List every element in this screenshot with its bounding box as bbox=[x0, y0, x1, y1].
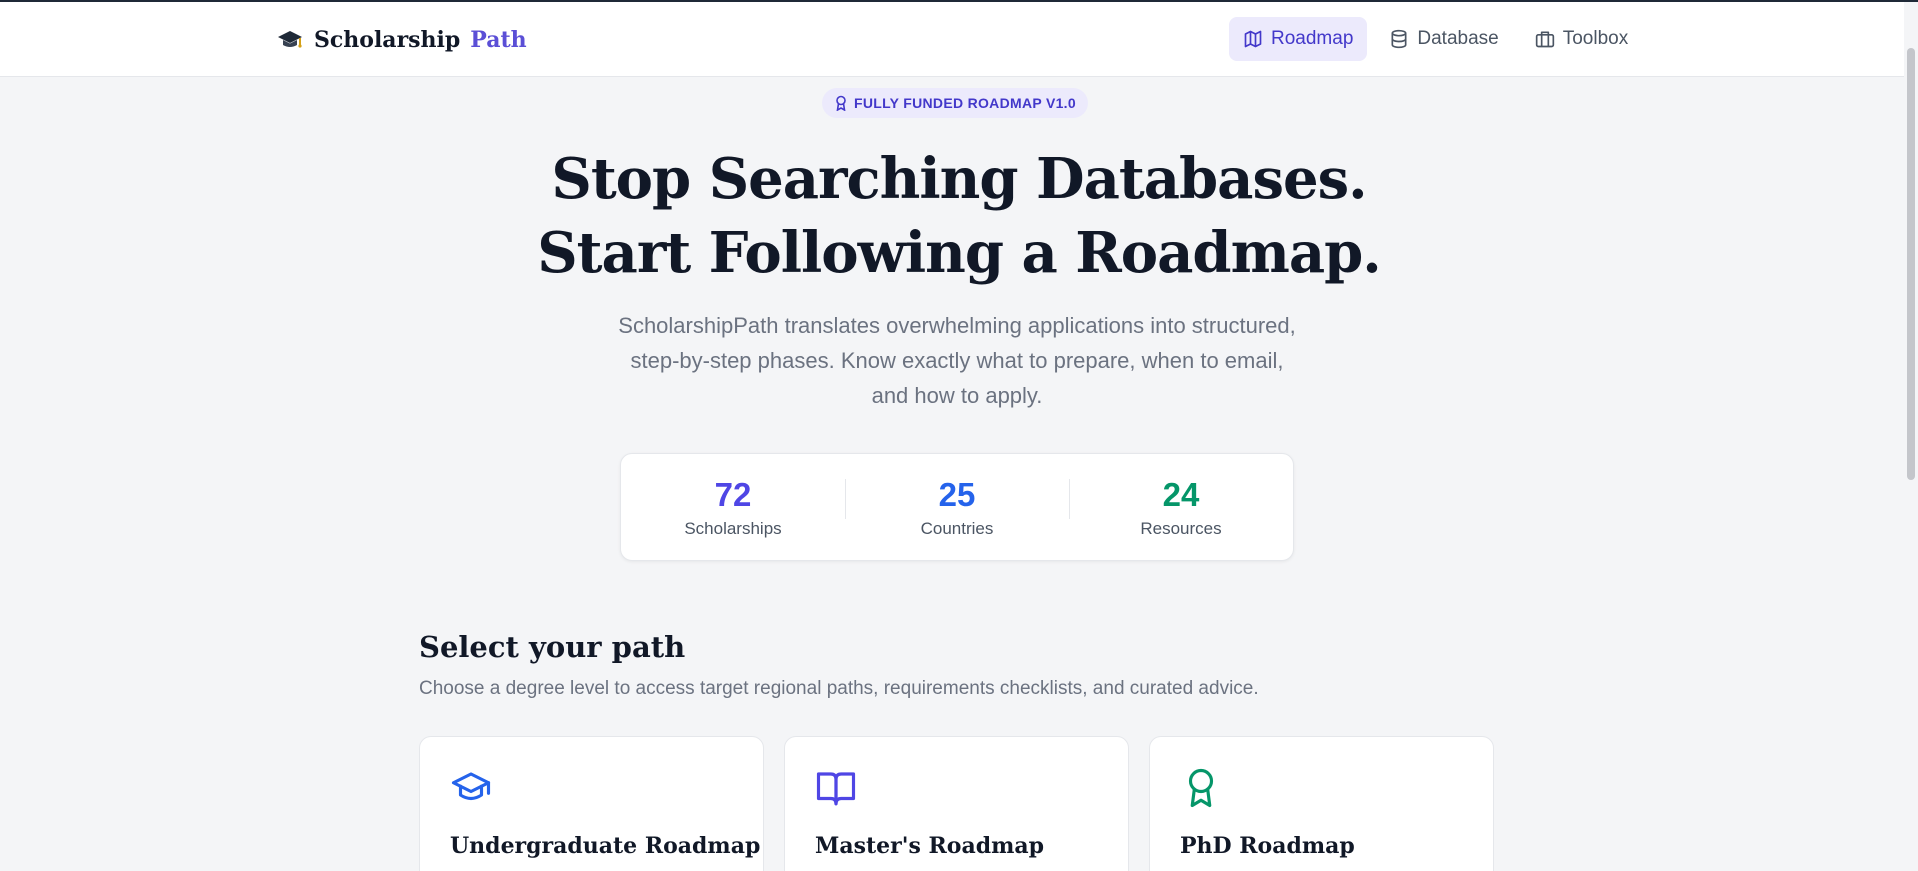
hero-title: Stop Searching Databases. Start Followin… bbox=[0, 142, 1918, 290]
page-scrollbar[interactable] bbox=[1904, 2, 1918, 871]
stat-countries: 25 Countries bbox=[845, 475, 1069, 539]
card-phd[interactable]: PhD Roadmap bbox=[1149, 736, 1494, 871]
card-undergraduate[interactable]: Undergraduate Roadmap bbox=[419, 736, 764, 871]
brand-name: Scholarship bbox=[314, 27, 461, 53]
map-icon bbox=[1244, 30, 1262, 48]
card-masters[interactable]: Master's Roadmap bbox=[784, 736, 1129, 871]
version-badge-text: FULLY FUNDED ROADMAP V1.0 bbox=[854, 95, 1076, 111]
version-badge: FULLY FUNDED ROADMAP V1.0 bbox=[822, 88, 1088, 118]
award-ribbon-icon bbox=[1188, 768, 1214, 808]
stat-value: 24 bbox=[1162, 476, 1200, 513]
card-title: Master's Roadmap bbox=[815, 833, 1045, 859]
briefcase-icon bbox=[1535, 31, 1554, 48]
stat-label: Scholarships bbox=[684, 519, 782, 538]
nav-roadmap-label: Roadmap bbox=[1271, 28, 1354, 49]
stat-label: Resources bbox=[1140, 519, 1222, 538]
nav-toolbox[interactable]: Toolbox bbox=[1521, 17, 1643, 61]
graduation-cap-icon bbox=[276, 26, 304, 54]
hero-subtitle-line-2: step-by-step phases. Know exactly what t… bbox=[630, 348, 1284, 373]
hero-title-line-2: Start Following a Roadmap. bbox=[537, 220, 1382, 286]
hero-subtitle-line-3: and how to apply. bbox=[871, 383, 1043, 408]
card-title: PhD Roadmap bbox=[1180, 833, 1355, 859]
hero-subtitle: ScholarshipPath translates overwhelming … bbox=[574, 308, 1340, 413]
stat-value: 25 bbox=[938, 476, 976, 513]
stat-scholarships: 72 Scholarships bbox=[621, 475, 845, 539]
graduation-cap-icon bbox=[451, 772, 491, 801]
stat-resources: 24 Resources bbox=[1069, 475, 1293, 539]
hero-subtitle-line-1: ScholarshipPath translates overwhelming … bbox=[618, 313, 1296, 338]
nav-toolbox-label: Toolbox bbox=[1562, 28, 1629, 49]
stats-panel: 72 Scholarships 25 Countries 24 Resource… bbox=[620, 453, 1294, 561]
card-title: Undergraduate Roadmap bbox=[450, 833, 761, 859]
section-title: Select your path bbox=[419, 630, 686, 664]
stat-value: 72 bbox=[714, 476, 752, 513]
brand-logo[interactable]: Scholarship Path bbox=[276, 24, 527, 56]
open-book-icon bbox=[816, 772, 856, 806]
section-subtitle: Choose a degree level to access target r… bbox=[419, 678, 1259, 699]
database-icon bbox=[1391, 29, 1407, 49]
main-nav: Roadmap Database Toolbox bbox=[1229, 17, 1642, 61]
nav-database-label: Database bbox=[1417, 28, 1499, 49]
nav-database[interactable]: Database bbox=[1375, 17, 1512, 61]
hero-title-line-1: Stop Searching Databases. bbox=[551, 146, 1367, 212]
brand-accent: Path bbox=[470, 27, 527, 53]
award-icon bbox=[836, 95, 846, 111]
nav-roadmap[interactable]: Roadmap bbox=[1229, 17, 1368, 61]
stat-label: Countries bbox=[920, 519, 994, 538]
top-navbar: Scholarship Path Roadmap Database Toolbo… bbox=[0, 2, 1918, 77]
